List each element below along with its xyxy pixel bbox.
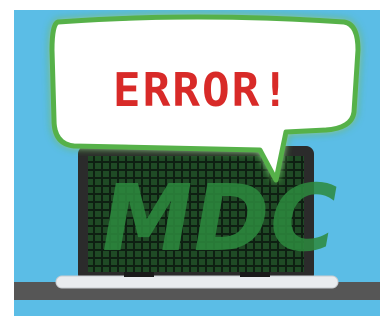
laptop-base <box>55 275 339 289</box>
laptop-icon: MDC <box>55 146 346 289</box>
error-laptop-illustration: MDC ERROR! <box>14 14 380 300</box>
screen-text: MDC <box>92 165 346 272</box>
error-text: ERROR! <box>113 63 291 117</box>
image-frame: MDC ERROR! <box>0 0 384 324</box>
illustration-scene: MDC ERROR! <box>14 10 380 316</box>
